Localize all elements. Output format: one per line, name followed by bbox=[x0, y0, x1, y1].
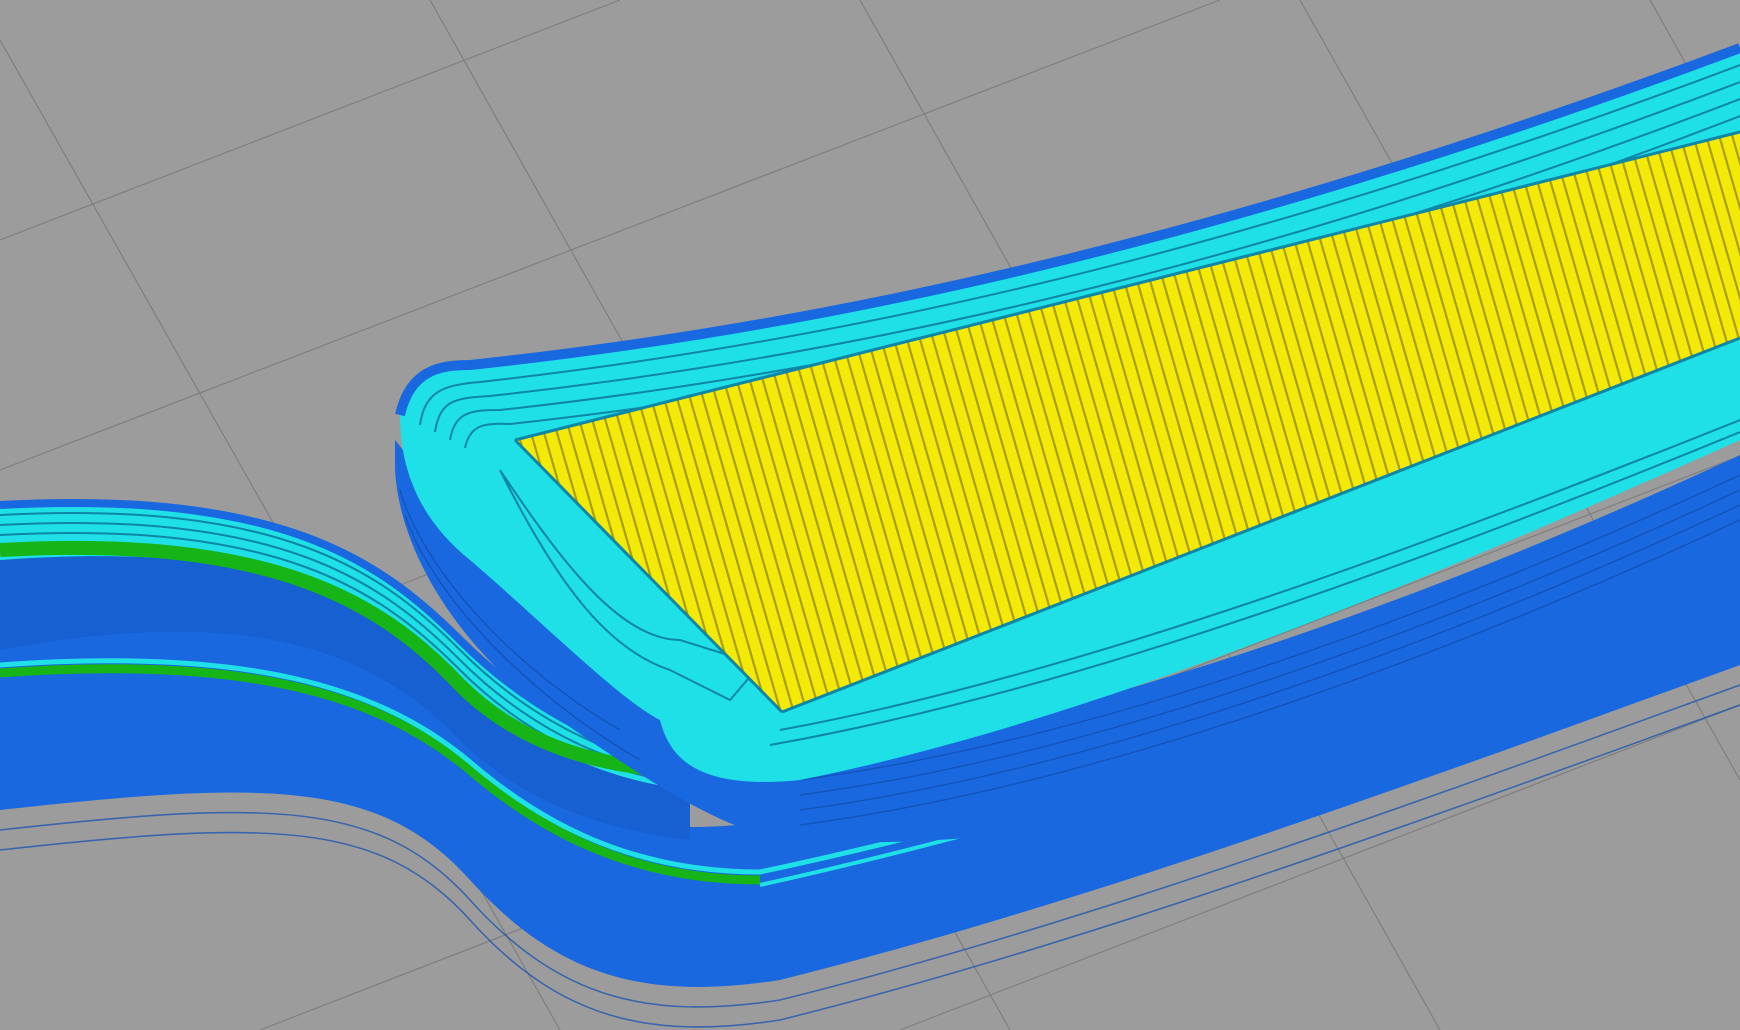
gcode-preview-viewport[interactable] bbox=[0, 0, 1740, 1030]
